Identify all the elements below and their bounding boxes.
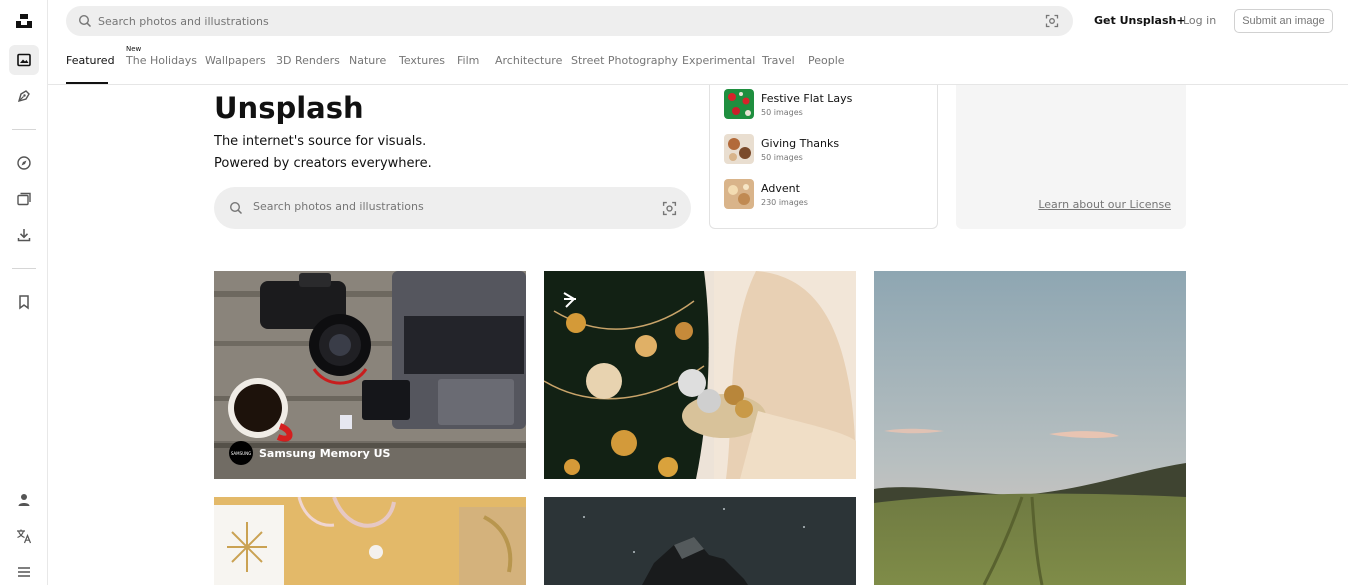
visual-search-icon[interactable] [1045, 14, 1059, 28]
visual-search-icon[interactable] [662, 201, 677, 216]
photo-image [874, 271, 1186, 585]
photo-night-rock[interactable] [544, 497, 856, 585]
hero-tagline-line1: The internet's source for visuals. [214, 134, 427, 149]
active-tab-underline [66, 82, 108, 84]
top-search-bar[interactable] [66, 6, 1073, 36]
collection-name: Giving Thanks [761, 137, 840, 150]
photo-image [214, 497, 526, 585]
top-search-input[interactable] [98, 14, 998, 28]
language-icon[interactable] [9, 521, 39, 551]
collection-item[interactable]: Giving Thanks 50 images [724, 134, 934, 166]
submit-image-button[interactable]: Submit an image [1234, 9, 1333, 33]
tab-travel[interactable]: Travel [762, 54, 795, 67]
download-icon[interactable] [9, 220, 39, 250]
explore-icon[interactable] [9, 148, 39, 178]
tab-architecture[interactable]: Architecture [495, 54, 562, 67]
sidebar-divider [12, 129, 36, 130]
tab-people[interactable]: People [808, 54, 845, 67]
collection-thumbnail [724, 134, 754, 164]
trending-collections-card: Festive Flat Lays 50 images Giving Thank… [709, 60, 938, 229]
photo-author[interactable]: SAMSUNG Samsung Memory US [229, 441, 390, 465]
license-link[interactable]: Learn about our License [1038, 198, 1171, 211]
top-bar: Get Unsplash+ Log in Submit an image [48, 0, 1348, 42]
collection-name: Festive Flat Lays [761, 92, 853, 105]
photo-camera-laptop[interactable]: SAMSUNG Samsung Memory US [214, 271, 526, 479]
avatar: SAMSUNG [229, 441, 253, 465]
collection-item[interactable]: Festive Flat Lays 50 images [724, 89, 934, 121]
search-icon [229, 201, 243, 215]
collections-icon[interactable] [9, 184, 39, 214]
tab-film[interactable]: Film [457, 54, 479, 67]
hero-search-input[interactable] [253, 200, 633, 213]
hero-tagline-line2: Powered by creators everywhere. [214, 156, 432, 171]
collection-count: 50 images [761, 108, 803, 117]
user-icon[interactable] [9, 485, 39, 515]
search-icon [78, 14, 92, 28]
tab-textures[interactable]: Textures [399, 54, 445, 67]
tab-wallpapers[interactable]: Wallpapers [205, 54, 266, 67]
collection-name: Advent [761, 182, 800, 195]
login-link[interactable]: Log in [1183, 14, 1216, 27]
bookmark-icon[interactable] [9, 287, 39, 317]
tab-the-holidays[interactable]: The Holidays [126, 54, 197, 67]
photo-christmas-tree[interactable] [544, 271, 856, 479]
hero-search-bar[interactable] [214, 187, 691, 229]
tab-street-photography[interactable]: Street Photography [571, 54, 678, 67]
tab-nature[interactable]: Nature [349, 54, 386, 67]
license-card: Learn about our License [956, 60, 1186, 229]
photo-gift-flatlay[interactable] [214, 497, 526, 585]
collection-count: 230 images [761, 198, 808, 207]
photo-green-field[interactable] [874, 271, 1186, 585]
collection-thumbnail [724, 179, 754, 209]
author-name: Samsung Memory US [259, 446, 391, 460]
topic-tabs: New Featured The Holidays Wallpapers 3D … [48, 42, 1348, 85]
menu-icon[interactable] [9, 557, 39, 585]
page-title: Unsplash [214, 91, 364, 125]
tab-featured[interactable]: Featured [66, 54, 115, 67]
new-badge: New [126, 45, 142, 53]
collection-thumbnail [724, 89, 754, 119]
sidebar-divider [12, 268, 36, 269]
get-unsplash-plus-link[interactable]: Get Unsplash+ [1094, 14, 1186, 27]
left-sidebar [0, 0, 48, 585]
tab-experimental[interactable]: Experimental [682, 54, 755, 67]
photos-icon[interactable] [9, 45, 39, 75]
unsplash-app: Get Unsplash+ Log in Submit an image New… [0, 0, 1348, 585]
unsplash-logo-icon[interactable] [9, 6, 39, 36]
illustrations-icon[interactable] [9, 81, 39, 111]
collection-item[interactable]: Advent 230 images [724, 179, 934, 211]
tab-3d-renders[interactable]: 3D Renders [276, 54, 340, 67]
photo-image [544, 497, 856, 585]
collection-count: 50 images [761, 153, 803, 162]
photo-image [544, 271, 856, 479]
